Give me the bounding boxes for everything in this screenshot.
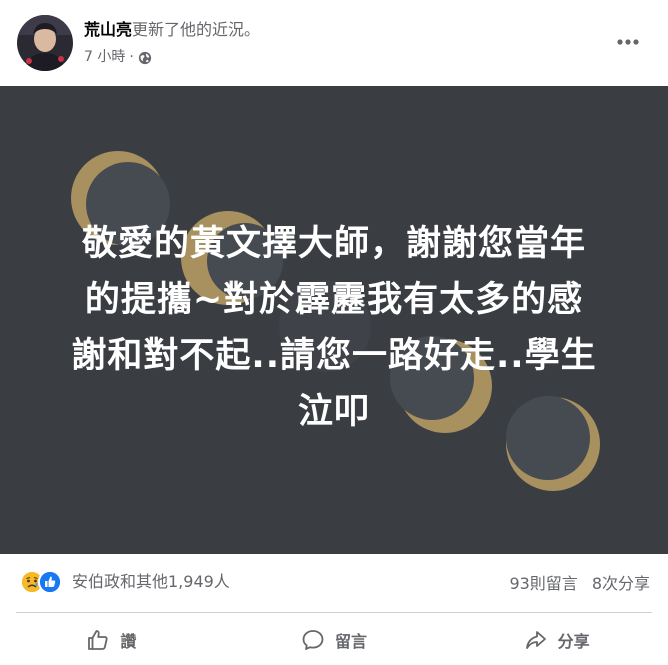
post-card: 荒山亮更新了他的近況。 7 小時 · 敬愛的黃文擇大師，謝謝您當年 的提攜~對於…	[0, 0, 668, 665]
meta-separator: ·	[129, 49, 134, 65]
post-image-text: 敬愛的黃文擇大師，謝謝您當年 的提攜~對於霹靂我有太多的感 謝和對不起..請您一…	[34, 216, 634, 440]
reactions-summary[interactable]: 安伯政和其他1,949人	[20, 570, 230, 594]
text-line: 敬愛的黃文擇大師，謝謝您當年	[81, 224, 586, 264]
share-label: 分享	[557, 632, 590, 651]
post-meta: 7 小時 ·	[84, 46, 152, 68]
share-arrow-icon	[525, 631, 546, 649]
text-line: 泣叩	[297, 392, 370, 432]
share-button[interactable]: 分享	[445, 616, 668, 664]
comment-bubble-icon	[302, 630, 324, 650]
author-name[interactable]: 荒山亮	[84, 20, 132, 39]
like-reaction-icon	[38, 570, 62, 594]
post-action-bar: 讚 留言 分享	[0, 616, 668, 664]
thumbs-up-icon	[88, 630, 108, 650]
like-label: 讚	[120, 632, 137, 651]
comment-label: 留言	[335, 632, 368, 651]
comment-count[interactable]: 93則留言	[509, 572, 577, 596]
comment-button[interactable]: 留言	[223, 616, 446, 664]
text-line: 的提攜~對於霹靂我有太多的感	[84, 280, 584, 320]
reaction-count[interactable]: 安伯政和其他1,949人	[72, 570, 230, 594]
engagement-counts: 93則留言 8次分享	[509, 572, 650, 596]
post-action-text: 更新了他的近況。	[132, 20, 261, 39]
share-count[interactable]: 8次分享	[592, 572, 650, 596]
like-button[interactable]: 讚	[0, 616, 223, 664]
author-avatar[interactable]	[17, 15, 73, 71]
author-line: 荒山亮更新了他的近況。	[84, 18, 260, 42]
more-dots-icon	[617, 39, 639, 45]
more-options-button[interactable]	[610, 26, 646, 58]
post-stats: 安伯政和其他1,949人 93則留言 8次分享	[0, 556, 668, 612]
post-header: 荒山亮更新了他的近況。 7 小時 ·	[0, 0, 668, 86]
post-image[interactable]: 敬愛的黃文擇大師，謝謝您當年 的提攜~對於霹靂我有太多的感 謝和對不起..請您一…	[0, 86, 668, 554]
post-time[interactable]: 7 小時	[84, 46, 125, 68]
text-line: 謝和對不起..請您一路好走..學生	[71, 336, 597, 376]
divider	[16, 612, 652, 613]
globe-icon[interactable]	[138, 50, 152, 65]
